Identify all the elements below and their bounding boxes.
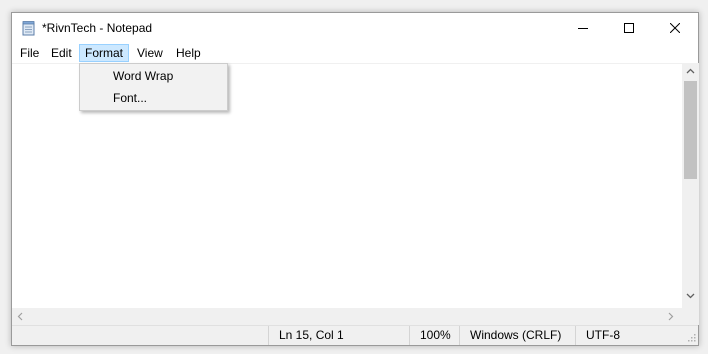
close-icon	[670, 23, 680, 33]
line-endings: Windows (CRLF)	[459, 326, 575, 345]
resize-grip-icon[interactable]	[686, 332, 696, 342]
vertical-scroll-thumb[interactable]	[684, 81, 697, 179]
encoding: UTF-8	[575, 326, 685, 345]
scroll-up-arrow-icon[interactable]	[686, 68, 695, 74]
notepad-icon	[22, 21, 36, 36]
scroll-left-arrow-icon[interactable]	[17, 312, 23, 321]
title-bar[interactable]: *RivnTech - Notepad	[12, 13, 698, 43]
menu-help[interactable]: Help	[171, 44, 206, 62]
scrollbar-corner	[682, 308, 699, 325]
close-button[interactable]	[652, 13, 698, 43]
menu-file[interactable]: File	[15, 44, 44, 62]
horizontal-scrollbar[interactable]	[12, 308, 682, 325]
minimize-button[interactable]	[560, 13, 606, 43]
scroll-right-arrow-icon[interactable]	[668, 312, 674, 321]
maximize-icon	[624, 23, 634, 33]
minimize-icon	[578, 28, 588, 29]
menu-item-font[interactable]: Font...	[81, 87, 226, 109]
menu-item-word-wrap[interactable]: Word Wrap	[81, 65, 226, 87]
cursor-position: Ln 15, Col 1	[268, 326, 409, 345]
zoom-level: 100%	[409, 326, 459, 345]
format-dropdown-menu: Word Wrap Font...	[79, 63, 228, 111]
scroll-down-arrow-icon[interactable]	[686, 293, 695, 299]
menu-view[interactable]: View	[132, 44, 168, 62]
vertical-scrollbar[interactable]	[682, 63, 699, 308]
menu-format[interactable]: Format	[79, 44, 130, 62]
menu-bar: File Edit Format View Help	[12, 43, 698, 63]
status-bar: Ln 15, Col 1 100% Windows (CRLF) UTF-8	[12, 325, 698, 345]
window-title: *RivnTech - Notepad	[42, 21, 153, 35]
maximize-button[interactable]	[606, 13, 652, 43]
menu-edit[interactable]: Edit	[46, 44, 77, 62]
